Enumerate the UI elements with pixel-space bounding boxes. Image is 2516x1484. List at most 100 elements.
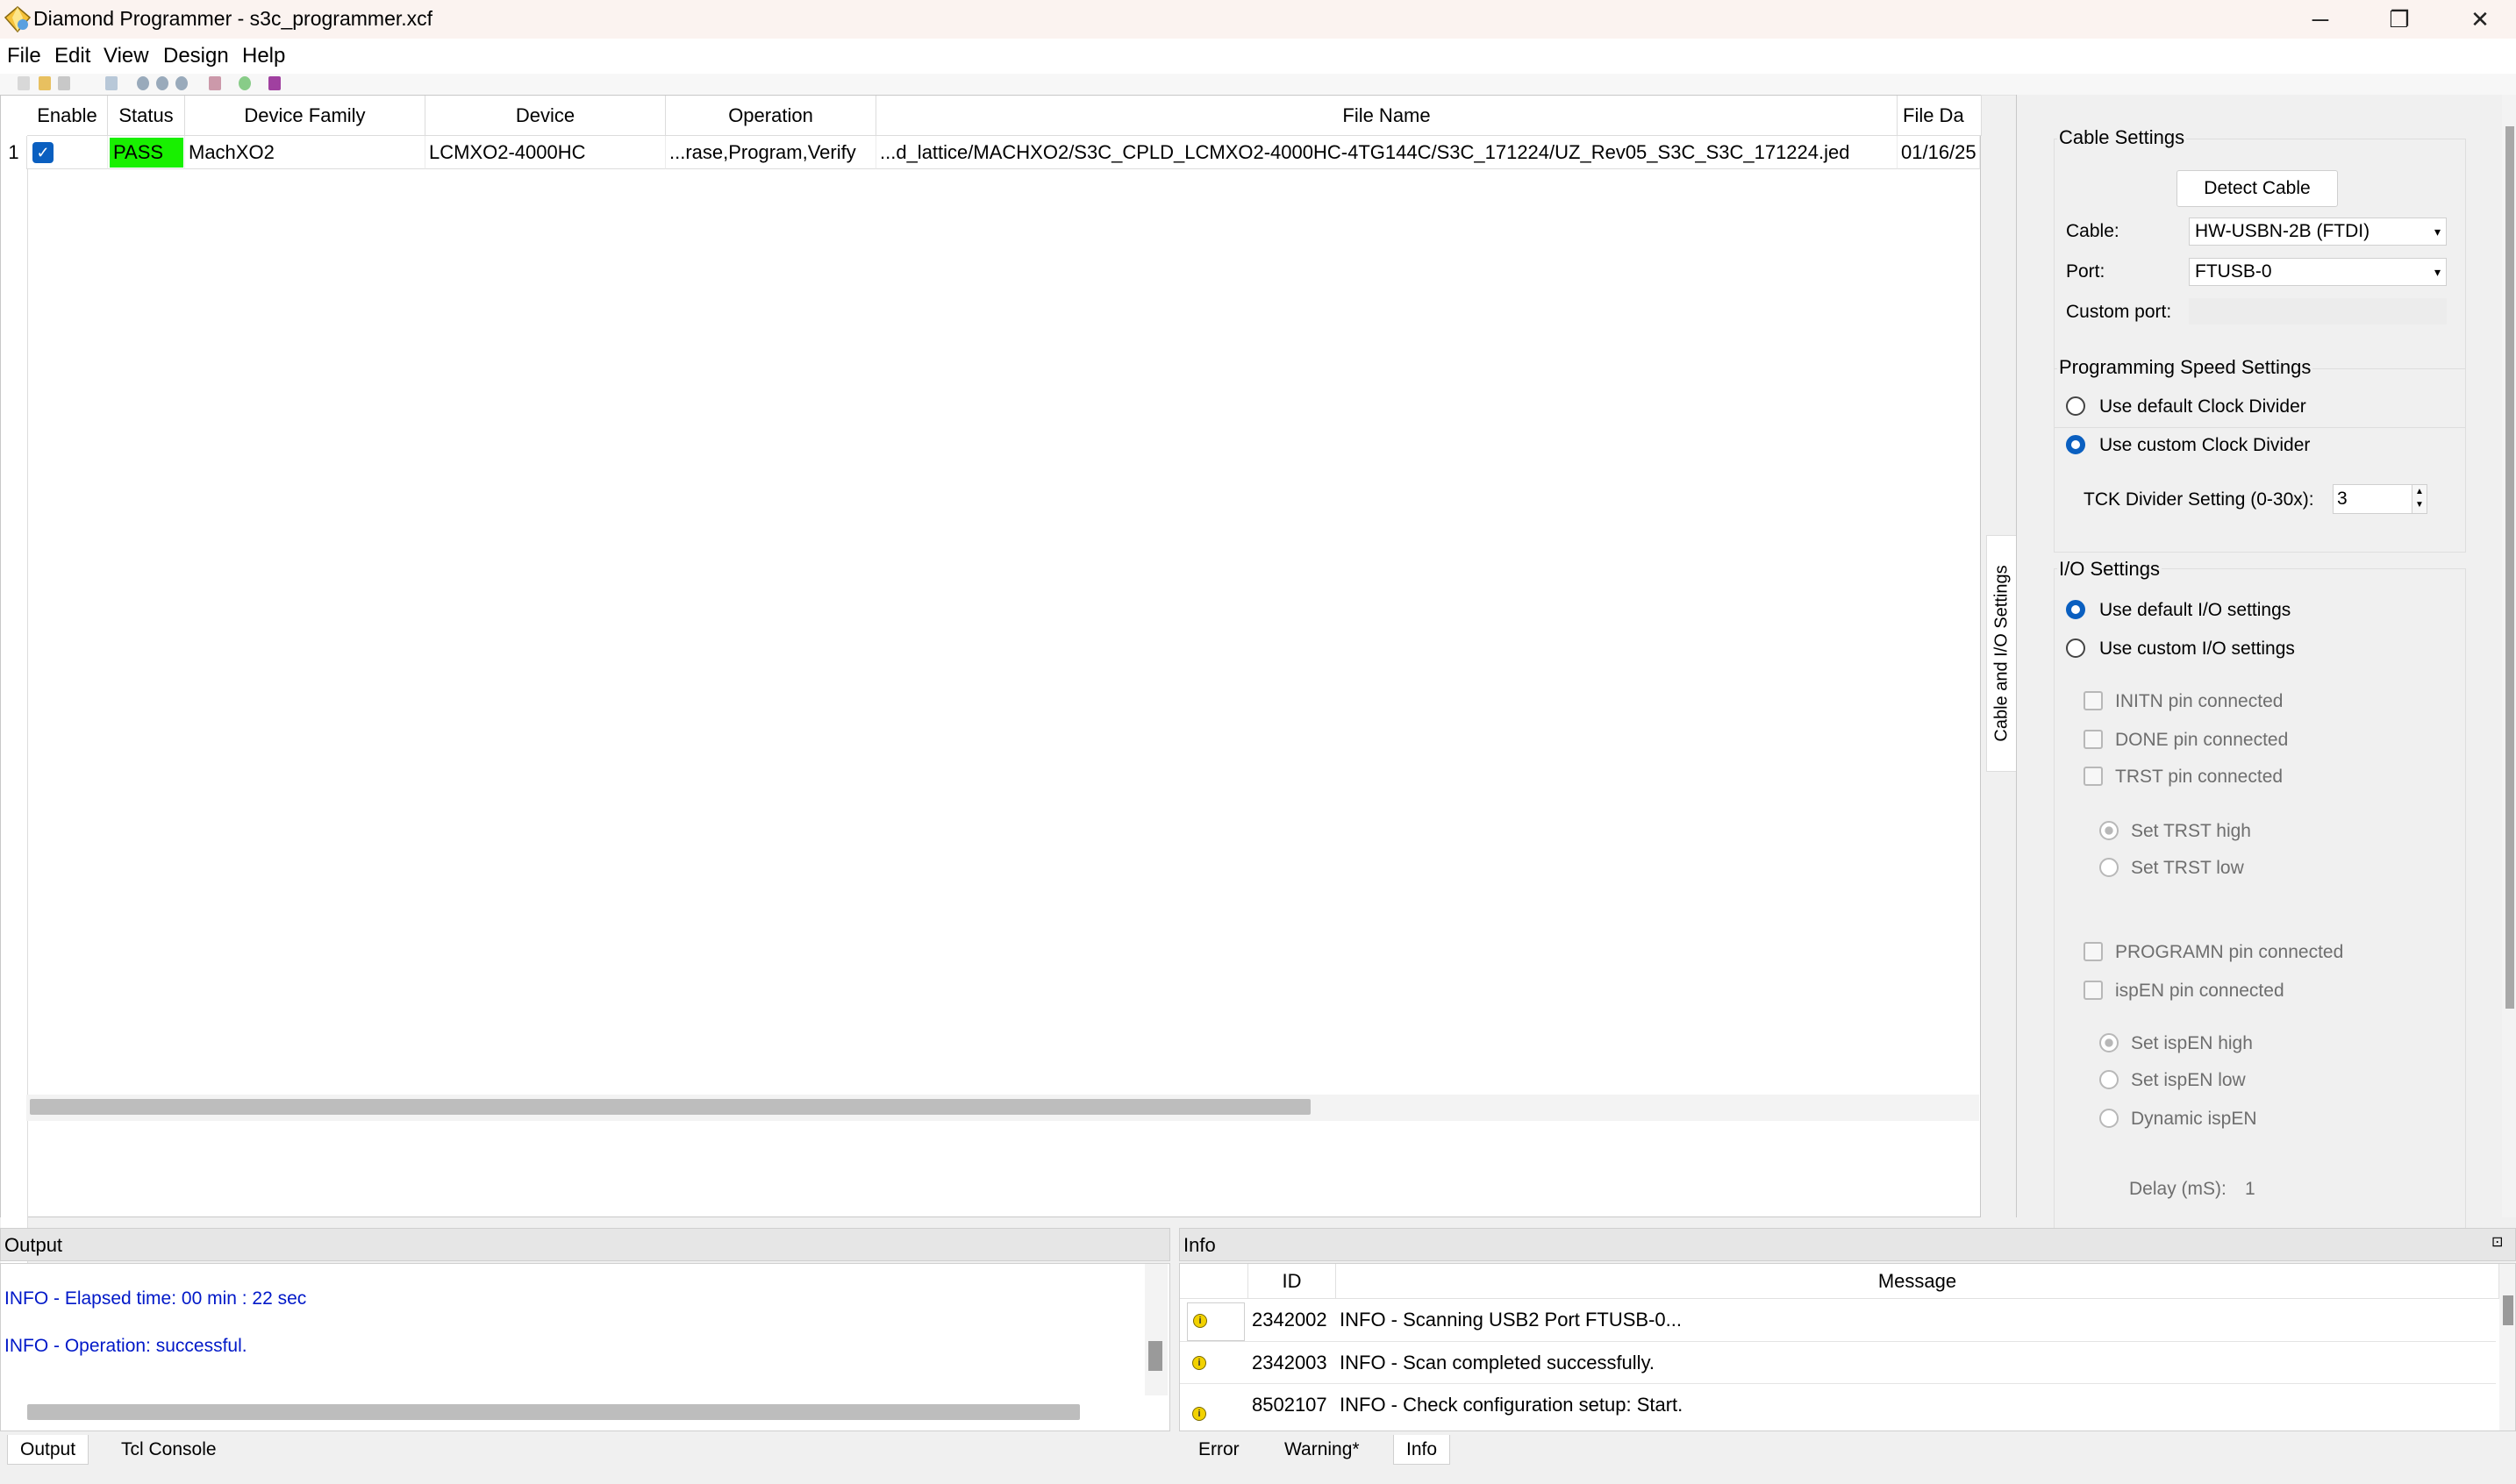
new-icon[interactable]: [18, 76, 30, 90]
cable-settings-title: Cable Settings: [2057, 126, 2187, 149]
menu-design[interactable]: Design: [163, 44, 229, 68]
cable-select-value: HW-USBN-2B (FTDI): [2195, 221, 2370, 241]
info-icon: i: [1193, 1314, 1207, 1328]
output-horizontal-scroll-thumb[interactable]: [27, 1404, 1080, 1420]
custom-clock-divider-label[interactable]: Use custom Clock Divider: [2099, 435, 2310, 456]
spin-arrows-icon[interactable]: ▲ ▼: [2412, 484, 2427, 514]
done-checkbox[interactable]: [2084, 730, 2103, 749]
info-row-id: 2342002: [1252, 1309, 1327, 1331]
done-label: DONE pin connected: [2115, 730, 2289, 750]
add-device-icon[interactable]: [137, 76, 149, 90]
programn-checkbox[interactable]: [2084, 942, 2103, 961]
tab-tcl-console[interactable]: Tcl Console: [109, 1435, 229, 1465]
title-bar: Diamond Programmer - s3c_programmer.xcf …: [0, 0, 2516, 39]
column-header-device-family[interactable]: Device Family: [185, 96, 425, 136]
output-vertical-scrollbar[interactable]: [1145, 1264, 1168, 1395]
ispen-checkbox[interactable]: [2084, 981, 2103, 1000]
tab-warning[interactable]: Warning*: [1272, 1435, 1372, 1465]
tck-divider-spinbox[interactable]: 3: [2333, 484, 2413, 514]
detect-cable-button[interactable]: Detect Cable: [2176, 170, 2338, 207]
custom-clock-divider-radio[interactable]: [2066, 435, 2085, 454]
output-line: INFO - Operation: successful.: [4, 1336, 247, 1356]
tck-divider-label: TCK Divider Setting (0-30x):: [2084, 489, 2314, 510]
table-row-file-name[interactable]: ...d_lattice/MACHXO2/S3C_CPLD_LCMXO2-400…: [876, 136, 1898, 169]
column-header-status[interactable]: Status: [108, 96, 185, 136]
cable-select[interactable]: HW-USBN-2B (FTDI) ▾: [2189, 218, 2447, 246]
menu-edit[interactable]: Edit: [54, 44, 90, 68]
enable-checkbox[interactable]: ✓: [32, 142, 54, 163]
custom-port-input: [2189, 298, 2447, 325]
table-row-device[interactable]: LCMXO2-4000HC: [425, 136, 666, 169]
tab-info[interactable]: Info: [1393, 1435, 1451, 1465]
column-header-file-date[interactable]: File Da: [1898, 96, 1982, 136]
output-vertical-scroll-thumb[interactable]: [1148, 1341, 1162, 1371]
port-select[interactable]: FTUSB-0 ▾: [2189, 258, 2447, 286]
column-header-enable[interactable]: Enable: [27, 96, 108, 136]
trst-low-radio[interactable]: [2099, 858, 2119, 877]
custom-io-label[interactable]: Use custom I/O settings: [2099, 639, 2295, 660]
minimize-button[interactable]: ─: [2281, 0, 2360, 39]
menu-file[interactable]: File: [7, 44, 41, 68]
output-panel-title: Output: [0, 1228, 1170, 1261]
custom-port-label: Custom port:: [2066, 302, 2172, 322]
info-vertical-scrollbar[interactable]: [2499, 1264, 2515, 1430]
table-row-file-date[interactable]: 01/16/25: [1898, 136, 1980, 169]
ispen-high-label: Set ispEN high: [2131, 1033, 2253, 1053]
table-row-operation[interactable]: ...rase,Program,Verify: [666, 136, 876, 169]
info-icon-cell: i: [1187, 1302, 1245, 1341]
info-row-message: INFO - Check configuration setup: Start.: [1340, 1394, 1683, 1416]
settings-vertical-scroll-thumb[interactable]: [2505, 126, 2514, 1009]
remove-device-icon[interactable]: [156, 76, 168, 90]
column-header-file-name[interactable]: File Name: [876, 96, 1898, 136]
info-column-header-id[interactable]: ID: [1248, 1264, 1336, 1299]
info-row-id: 2342003: [1252, 1352, 1327, 1373]
speed-settings-title: Programming Speed Settings: [2057, 356, 2313, 379]
restore-button[interactable]: ❐: [2360, 0, 2439, 39]
default-io-label[interactable]: Use default I/O settings: [2099, 600, 2291, 621]
program-icon[interactable]: [209, 76, 221, 90]
save-icon[interactable]: [58, 76, 70, 90]
trst-high-radio[interactable]: [2099, 821, 2119, 840]
info-vertical-scroll-thumb[interactable]: [2503, 1295, 2513, 1325]
run-icon[interactable]: [239, 76, 251, 90]
io-settings-title: I/O Settings: [2057, 558, 2162, 581]
tab-cable-io-settings-label: Cable and I/O Settings: [1991, 565, 2012, 742]
settings-pane: Cable Settings Detect Cable Cable: HW-US…: [2016, 95, 2516, 1235]
dock-icon[interactable]: ⊡: [2491, 1233, 2503, 1251]
delay-input[interactable]: 1: [2245, 1179, 2350, 1200]
table-row-enable-cell[interactable]: ✓: [27, 136, 108, 169]
ispen-dynamic-radio[interactable]: [2099, 1109, 2119, 1128]
menu-help[interactable]: Help: [242, 44, 285, 68]
open-icon[interactable]: [39, 76, 51, 90]
ispen-low-label: Set ispEN low: [2131, 1070, 2246, 1090]
table-row-device-family[interactable]: MachXO2: [185, 136, 425, 169]
output-line: INFO - Elapsed time: 00 min : 22 sec: [4, 1288, 307, 1309]
table-row[interactable]: i 8502107 INFO - Check configuration set…: [1180, 1383, 2496, 1431]
menu-view[interactable]: View: [104, 44, 149, 68]
info-table: ID Message i 2342002 INFO - Scanning USB…: [1179, 1263, 2516, 1431]
tab-output[interactable]: Output: [7, 1435, 89, 1465]
column-header-operation[interactable]: Operation: [666, 96, 876, 136]
table-row[interactable]: i 2342002 INFO - Scanning USB2 Port FTUS…: [1180, 1299, 2496, 1341]
ispen-high-radio[interactable]: [2099, 1033, 2119, 1052]
default-clock-divider-label[interactable]: Use default Clock Divider: [2099, 396, 2306, 417]
programmer-tool-icon[interactable]: [268, 76, 281, 90]
initn-checkbox[interactable]: [2084, 691, 2103, 710]
info-column-header-message[interactable]: Message: [1336, 1264, 2499, 1299]
tab-cable-io-settings[interactable]: Cable and I/O Settings: [1986, 535, 2018, 772]
column-header-device[interactable]: Device: [425, 96, 666, 136]
default-clock-divider-radio[interactable]: [2066, 396, 2085, 416]
default-io-radio[interactable]: [2066, 600, 2085, 619]
chevron-down-icon: ▾: [2434, 225, 2441, 239]
table-row-status-cell: PASS: [108, 136, 185, 169]
ispen-low-radio[interactable]: [2099, 1070, 2119, 1089]
table-row[interactable]: i 2342003 INFO - Scan completed successf…: [1180, 1341, 2496, 1384]
trst-checkbox[interactable]: [2084, 767, 2103, 786]
close-button[interactable]: ✕: [2441, 0, 2516, 39]
tab-error[interactable]: Error: [1186, 1435, 1252, 1465]
scan-icon[interactable]: [105, 76, 118, 90]
toolbar: [0, 74, 2516, 96]
device-properties-icon[interactable]: [175, 76, 188, 90]
table-horizontal-scroll-thumb[interactable]: [30, 1099, 1311, 1115]
custom-io-radio[interactable]: [2066, 639, 2085, 658]
